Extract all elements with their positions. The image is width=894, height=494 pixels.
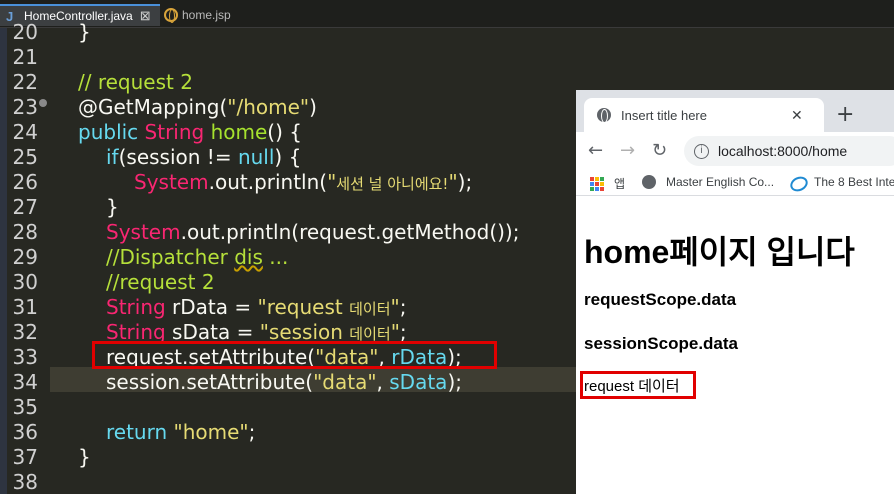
hd-logo-icon — [790, 176, 806, 188]
line-number: 20 — [12, 20, 38, 44]
reload-icon[interactable]: ↻ — [652, 140, 667, 161]
line-number: 32 — [12, 320, 38, 344]
line-number: 31 — [12, 295, 38, 319]
editor-tab-bar: J HomeController.java ⊠ home.jsp — [0, 0, 894, 28]
bookmark-label: The 8 Best Inte — [814, 175, 894, 189]
bookmark-master-english[interactable]: Master English Co... — [642, 175, 774, 189]
line-number: 25 — [12, 145, 38, 169]
browser-tab[interactable]: Insert title here ✕ — [584, 98, 824, 132]
tab-label: home.jsp — [182, 8, 231, 22]
bookmark-label: Master English Co... — [666, 175, 775, 189]
tab-close-icon[interactable]: ⊠ — [140, 8, 151, 24]
code-line-27: } — [106, 195, 119, 219]
code-line-20: } — [78, 20, 91, 44]
page-content: home페이지 입니다 requestScope.data sessionSco… — [576, 197, 894, 494]
code-line-37: } — [78, 445, 91, 469]
line-number: 28 — [12, 220, 38, 244]
page-title: home페이지 입니다 — [584, 234, 855, 270]
highlight-box-result — [580, 371, 696, 399]
browser-tab-strip: Insert title here ✕ + — [576, 90, 894, 132]
forward-arrow-icon[interactable]: → — [620, 140, 635, 161]
code-line-25: if(session != null) { — [106, 145, 302, 169]
highlight-box-request-setattribute — [92, 341, 497, 369]
jsp-file-icon — [164, 8, 178, 23]
code-line-23: @GetMapping("/home") — [78, 95, 317, 119]
line-number: 29 — [12, 245, 38, 269]
browser-toolbar: ← → ↻ i localhost:8000/home — [576, 132, 894, 170]
line-number: 33 — [12, 345, 38, 369]
address-bar[interactable]: i localhost:8000/home — [684, 136, 894, 166]
line-number: 34 — [12, 370, 38, 394]
close-tab-icon[interactable]: ✕ — [791, 107, 803, 124]
line-number: 26 — [12, 170, 38, 194]
code-line-24: public String home() { — [78, 120, 302, 144]
line-number: 35 — [12, 395, 38, 419]
info-icon[interactable]: i — [694, 143, 709, 159]
back-arrow-icon[interactable]: ← — [588, 140, 603, 161]
apps-icon — [590, 176, 604, 191]
code-line-34: session.setAttribute("data", sData); — [106, 370, 462, 394]
request-scope-label: requestScope.data — [584, 290, 737, 309]
code-line-22: // request 2 — [78, 70, 193, 94]
line-number: 21 — [12, 45, 38, 69]
browser-tab-title: Insert title here — [621, 107, 707, 123]
code-line-31: String rData = "request 데이터"; — [106, 295, 407, 319]
tab-home-jsp[interactable]: home.jsp — [160, 4, 270, 26]
session-scope-label: sessionScope.data — [584, 334, 739, 353]
line-number: 24 — [12, 120, 38, 144]
bookmark-label: 앱 — [614, 177, 626, 191]
code-line-30: //request 2 — [106, 270, 215, 294]
fold-marker-icon[interactable] — [39, 99, 47, 107]
url-text: localhost:8000/home — [718, 143, 848, 159]
line-number: 27 — [12, 195, 38, 219]
code-line-36: return "home"; — [106, 420, 256, 444]
globe-icon — [597, 108, 611, 123]
line-number: 23 — [12, 95, 38, 119]
line-number: 30 — [12, 270, 38, 294]
code-line-28: System.out.println(request.getMethod()); — [106, 220, 520, 244]
bookmark-apps[interactable]: 앱 — [590, 175, 625, 192]
line-number: 37 — [12, 445, 38, 469]
bookmark-8-best[interactable]: The 8 Best Inte — [790, 175, 894, 189]
code-line-26: System.out.println("세션 널 아니에요!"); — [134, 170, 473, 194]
line-number: 38 — [12, 470, 38, 494]
line-number-gutter: 20 21 22 23 24 25 26 27 28 29 30 31 32 3… — [0, 20, 48, 494]
globe-icon — [642, 175, 656, 189]
browser-window: Insert title here ✕ + ← → ↻ i localhost:… — [576, 90, 894, 494]
line-number: 22 — [12, 70, 38, 94]
new-tab-button[interactable]: + — [836, 102, 854, 127]
bookmarks-bar: 앱 Master English Co... The 8 Best Inte — [576, 170, 894, 196]
line-number: 36 — [12, 420, 38, 444]
code-line-29: //Dispatcher dis ... — [106, 245, 289, 269]
